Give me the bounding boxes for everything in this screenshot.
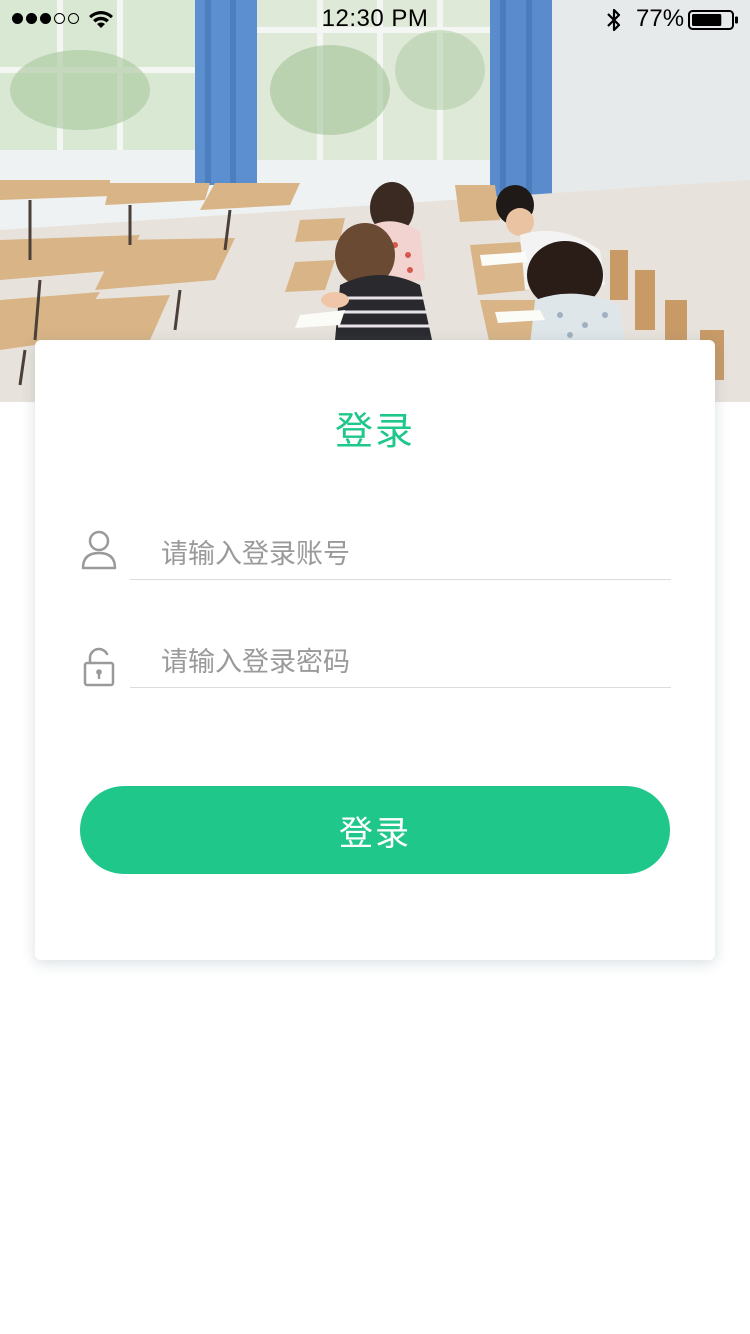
bluetooth-icon [607,8,621,32]
login-button[interactable]: 登录 [80,786,670,874]
status-bar: 12:30 PM 77% [0,0,750,40]
battery-icon [688,10,738,30]
login-title: 登录 [334,409,415,453]
account-input[interactable] [145,528,671,580]
login-card: 登录 登录 [35,340,715,960]
user-icon [81,530,117,570]
unlock-icon [83,647,115,687]
login-screen: 12:30 PM 77% 登录 请输入登录账号 登录 [0,0,750,1334]
password-divider [130,687,671,688]
battery-percent: 77% [636,5,685,32]
password-field [80,618,671,698]
account-divider [130,579,671,580]
password-input[interactable] [145,636,671,688]
account-field [80,510,671,590]
